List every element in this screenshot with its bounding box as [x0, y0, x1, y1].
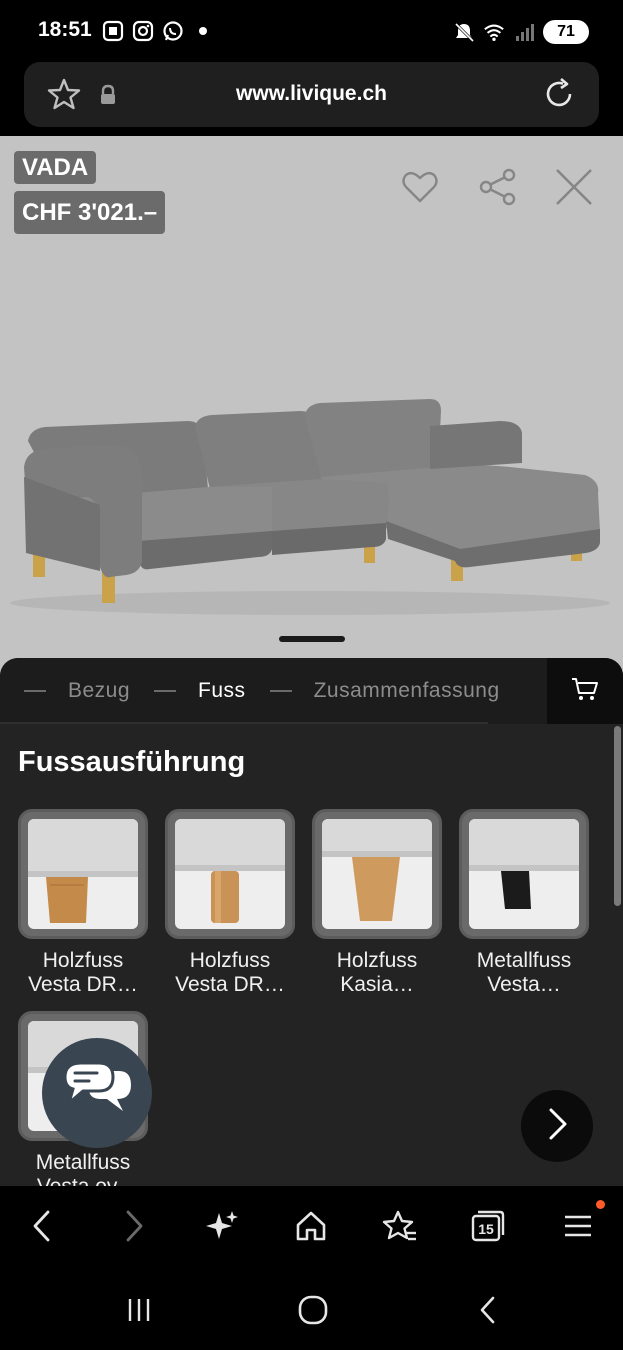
- instagram-icon: [132, 20, 154, 42]
- leg-oak-tapered-image: [322, 819, 432, 921]
- option-thumbnail: [165, 809, 295, 939]
- sheet-drag-handle[interactable]: [279, 636, 345, 642]
- option-label: Holzfuss Vesta DR…: [28, 949, 138, 996]
- battery-indicator: 71: [543, 20, 589, 44]
- chevron-right-icon: [543, 1106, 571, 1147]
- product-viewer[interactable]: VADA CHF 3'021.–: [0, 136, 623, 676]
- scrollbar[interactable]: [614, 726, 621, 906]
- cart-icon: [570, 674, 600, 709]
- bookmarks-button[interactable]: [380, 1206, 420, 1246]
- status-system-icons: 71: [453, 20, 589, 44]
- hamburger-menu-icon: [565, 1215, 591, 1237]
- option-label: MetallfussVesta ov–: [35, 1151, 131, 1186]
- tab-dash: [269, 690, 292, 692]
- tab-fuss[interactable]: Fuss: [198, 679, 246, 703]
- signal-icon: [513, 21, 535, 43]
- back-arrow-icon: [480, 1296, 495, 1324]
- home-circle-icon: [298, 1295, 328, 1325]
- tab-bezug[interactable]: Bezug: [68, 679, 130, 703]
- browser-address-area: www.livique.ch: [0, 62, 623, 136]
- status-notification-icons: [102, 20, 214, 42]
- chat-bubbles-icon: [61, 1059, 133, 1128]
- ai-sparkle-button[interactable]: [202, 1206, 242, 1246]
- home-icon: [296, 1211, 326, 1241]
- option-card[interactable]: Metallfuss Vesta…: [459, 809, 589, 997]
- close-icon[interactable]: [553, 166, 595, 208]
- heart-icon[interactable]: [399, 166, 441, 208]
- option-card[interactable]: Holzfuss Vesta DR…: [165, 809, 295, 997]
- leg-oak-round-image: [175, 819, 285, 923]
- sparkle-icon: [206, 1211, 238, 1239]
- tabs-button[interactable]: 15: [468, 1206, 508, 1246]
- home-button[interactable]: [291, 1206, 331, 1246]
- next-step-button[interactable]: [521, 1090, 593, 1162]
- leg-oak-block-image: [28, 819, 138, 923]
- option-thumbnail: [459, 809, 589, 939]
- share-icon[interactable]: [477, 166, 519, 208]
- chevron-left-icon: [33, 1210, 50, 1242]
- url-text: www.livique.ch: [236, 82, 387, 105]
- chevron-right-icon: [126, 1210, 143, 1242]
- chat-button[interactable]: [42, 1038, 152, 1148]
- option-label: Holzfuss Vesta DR…: [175, 949, 285, 996]
- option-thumbnail: [312, 809, 442, 939]
- leg-black-metal-image: [469, 819, 579, 909]
- forward-button[interactable]: [114, 1206, 154, 1246]
- dot-icon: [192, 20, 214, 42]
- back-nav-button[interactable]: [468, 1292, 508, 1328]
- cart-button[interactable]: [547, 658, 623, 724]
- menu-button[interactable]: [558, 1206, 598, 1246]
- step-tabs: Bezug Fuss Zusammenfassung: [0, 658, 623, 724]
- star-list-icon: [382, 1210, 416, 1241]
- home-nav-button[interactable]: [293, 1292, 333, 1328]
- section-title: Fussausführung: [18, 746, 246, 778]
- option-thumbnail: [18, 809, 148, 939]
- screenshot-icon: [102, 20, 124, 42]
- reload-icon[interactable]: [541, 76, 577, 112]
- option-card[interactable]: Holzfuss Kasia…: [312, 809, 442, 997]
- tab-dash: [24, 690, 46, 692]
- option-label: Metallfuss Vesta…: [476, 949, 572, 996]
- product-price: CHF 3'021.–: [14, 191, 166, 234]
- system-nav-bar: [0, 1266, 623, 1350]
- whatsapp-icon: [162, 20, 184, 42]
- notification-dot: [596, 1200, 605, 1209]
- configurator-sheet: Bezug Fuss Zusammenfassung Fussausführun…: [0, 658, 623, 1186]
- tab-dash: [154, 690, 177, 692]
- wifi-icon: [483, 21, 505, 43]
- sofa-image: [10, 399, 610, 615]
- back-button[interactable]: [22, 1206, 62, 1246]
- status-bar: 18:51 71: [0, 0, 623, 62]
- tabs-count-icon: 15: [471, 1210, 505, 1242]
- tab-divider: [0, 722, 488, 724]
- tab-zusammenfassung[interactable]: Zusammenfassung: [314, 679, 500, 703]
- svg-text:15: 15: [478, 1221, 494, 1237]
- address-bar[interactable]: www.livique.ch: [24, 62, 599, 127]
- option-card[interactable]: Holzfuss Vesta DR…: [18, 809, 148, 997]
- recents-icon: [128, 1299, 150, 1321]
- product-name: VADA: [14, 151, 97, 184]
- browser-toolbar: 15: [0, 1186, 623, 1266]
- option-label: Holzfuss Kasia…: [336, 949, 418, 996]
- status-time: 18:51: [38, 18, 92, 41]
- mute-icon: [453, 21, 475, 43]
- recent-apps-button[interactable]: [119, 1292, 159, 1328]
